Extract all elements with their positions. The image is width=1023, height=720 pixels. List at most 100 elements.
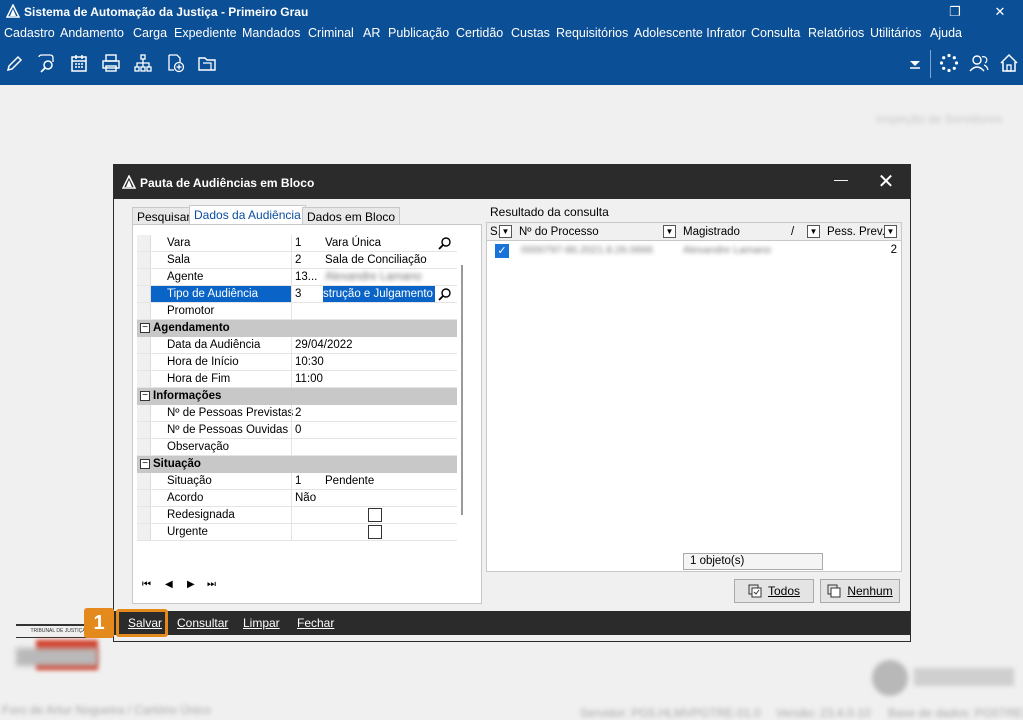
vara-code[interactable]: 1 <box>295 237 301 249</box>
dialog-action-bar: Salvar Consultar Limpar Fechar <box>114 611 910 635</box>
row-sala[interactable]: Sala 2 Sala de Conciliação <box>137 252 457 269</box>
menu-utilitarios[interactable]: Utilitários <box>870 26 921 40</box>
row-tipo-audiencia[interactable]: Tipo de Audiência 3 strução e Julgamento <box>137 286 457 303</box>
menu-publicacao[interactable]: Publicação <box>388 26 449 40</box>
urgente-label: Urgente <box>167 526 208 538</box>
menu-certidao[interactable]: Certidão <box>456 26 503 40</box>
ouvidas-value[interactable]: 0 <box>295 424 301 436</box>
row-acordo[interactable]: Acordo Não <box>137 490 457 507</box>
fechar-button[interactable]: Fechar <box>297 616 334 630</box>
restore-button[interactable]: ❐ <box>932 0 978 24</box>
previous-record-icon[interactable]: ◀ <box>165 579 173 590</box>
redesignada-label: Redesignada <box>167 509 235 521</box>
row-pessoas-previstas[interactable]: Nº de Pessoas Previstas 2 <box>137 405 457 422</box>
folder-icon[interactable] <box>196 52 218 74</box>
limpar-button[interactable]: Limpar <box>243 616 280 630</box>
grid-separator <box>291 337 292 354</box>
hierarchy-icon[interactable] <box>132 52 154 74</box>
menu-ajuda[interactable]: Ajuda <box>930 26 962 40</box>
menu-custas[interactable]: Custas <box>511 26 550 40</box>
next-record-icon[interactable]: ▶ <box>187 579 195 590</box>
add-document-icon[interactable] <box>164 52 186 74</box>
menu-adolescente-infrator[interactable]: Adolescente Infrator <box>634 26 746 40</box>
table-row[interactable]: ✓ 0000797-86.2021.8.26.0666 Alexandre La… <box>487 242 901 259</box>
row-pessoas-ouvidas[interactable]: Nº de Pessoas Ouvidas 0 <box>137 422 457 439</box>
menu-consulta[interactable]: Consulta <box>751 26 800 40</box>
last-record-icon[interactable]: ⏭ <box>207 579 216 590</box>
close-window-button[interactable]: ✕ <box>977 0 1023 24</box>
vertical-scrollbar[interactable] <box>461 265 463 515</box>
menu-ar[interactable]: AR <box>363 26 380 40</box>
collapse-icon[interactable]: − <box>140 391 150 401</box>
tab-pesquisar[interactable]: Pesquisar <box>132 207 196 225</box>
row-situacao[interactable]: Situação 1 Pendente <box>137 473 457 490</box>
situacao-desc: Pendente <box>325 475 375 487</box>
edit-icon[interactable] <box>4 52 26 74</box>
menu-carga[interactable]: Carga <box>133 26 167 40</box>
row-vara[interactable]: Vara 1 Vara Única <box>137 235 457 252</box>
collapse-icon[interactable]: − <box>140 459 150 469</box>
nenhum-button[interactable]: Nenhum <box>820 579 900 603</box>
row-redesignada[interactable]: Redesignada <box>137 507 457 524</box>
tipo-code[interactable]: 3 <box>295 288 301 300</box>
grid-separator <box>291 507 292 524</box>
step-badge: 1 <box>84 608 114 638</box>
row-hora-inicio[interactable]: Hora de Início 10:30 <box>137 354 457 371</box>
filter-dropdown-icon[interactable]: ▼ <box>807 225 820 238</box>
tab-dados-audiencia[interactable]: Dados da Audiência <box>189 205 306 225</box>
row-checkbox[interactable]: ✓ <box>495 244 509 258</box>
row-data-audiencia[interactable]: Data da Audiência 29/04/2022 <box>137 337 457 354</box>
row-hora-fim[interactable]: Hora de Fim 11:00 <box>137 371 457 388</box>
minimize-icon[interactable]: — <box>826 171 856 193</box>
search-process-icon[interactable] <box>36 52 58 74</box>
users-icon[interactable] <box>968 52 990 74</box>
menu-expediente[interactable]: Expediente <box>174 26 237 40</box>
urgente-checkbox[interactable] <box>368 525 382 539</box>
row-observacao[interactable]: Observação <box>137 439 457 456</box>
agente-code[interactable]: 13... <box>295 271 317 283</box>
todos-button[interactable]: Todos <box>734 579 814 603</box>
row-promotor[interactable]: Promotor <box>137 303 457 320</box>
first-record-icon[interactable]: ⏮ <box>142 579 151 590</box>
tab-dados-bloco[interactable]: Dados em Bloco <box>302 207 401 225</box>
audiencia-form: Vara 1 Vara Única Sala 2 Sala de Concili… <box>132 224 482 604</box>
search-icon[interactable] <box>438 236 452 250</box>
menu-relatorios[interactable]: Relatórios <box>808 26 864 40</box>
section-informacoes[interactable]: − Informações <box>137 388 457 405</box>
calendar-icon[interactable] <box>68 52 90 74</box>
collapse-icon[interactable]: − <box>140 323 150 333</box>
menu-mandados[interactable]: Mandados <box>242 26 300 40</box>
row-urgente[interactable]: Urgente <box>137 524 457 541</box>
acordo-value[interactable]: Não <box>295 492 316 504</box>
section-agendamento[interactable]: − Agendamento <box>137 320 457 337</box>
col-pess-prev[interactable]: Pess. Prev. <box>827 226 885 238</box>
filter-dropdown-icon[interactable]: ▼ <box>884 225 897 238</box>
close-icon[interactable]: ✕ <box>870 169 902 195</box>
dropdown-arrow-icon[interactable] <box>904 52 926 74</box>
col-magistrado[interactable]: Magistrado <box>683 226 740 238</box>
menu-andamento[interactable]: Andamento <box>60 26 124 40</box>
consultar-button[interactable]: Consultar <box>177 616 228 630</box>
redesignada-checkbox[interactable] <box>368 508 382 522</box>
home-icon[interactable] <box>998 52 1020 74</box>
row-agente[interactable]: Agente 13... Alexandre Lamano <box>137 269 457 286</box>
col-processo[interactable]: Nº do Processo <box>519 226 599 238</box>
data-value[interactable]: 29/04/2022 <box>295 339 353 351</box>
menu-requisitorios[interactable]: Requisitórios <box>556 26 628 40</box>
section-situacao[interactable]: − Situação <box>137 456 457 473</box>
sala-code[interactable]: 2 <box>295 254 301 266</box>
menu-cadastro[interactable]: Cadastro <box>4 26 55 40</box>
search-icon[interactable] <box>438 287 452 301</box>
previstas-value[interactable]: 2 <box>295 407 301 419</box>
menu-criminal[interactable]: Criminal <box>308 26 354 40</box>
printer-icon[interactable] <box>100 52 122 74</box>
result-grid: S. ▼ Nº do Processo ▼ Magistrado / ▼ Pes… <box>486 222 902 572</box>
grid-separator <box>291 235 292 252</box>
loading-icon[interactable] <box>938 52 960 74</box>
inicio-value[interactable]: 10:30 <box>295 356 324 368</box>
situacao-code[interactable]: 1 <box>295 475 301 487</box>
filter-dropdown-icon[interactable]: ▼ <box>499 225 512 238</box>
tipo-desc[interactable]: strução e Julgamento <box>323 286 435 302</box>
filter-dropdown-icon[interactable]: ▼ <box>663 225 676 238</box>
fim-value[interactable]: 11:00 <box>295 373 323 385</box>
